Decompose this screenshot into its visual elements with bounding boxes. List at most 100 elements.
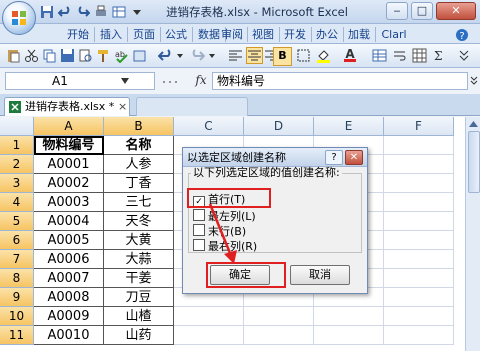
table-cell[interactable]: 刀豆 (104, 288, 174, 307)
spelling-icon[interactable]: ab (114, 48, 129, 63)
table-cell[interactable]: 物料编号 (34, 136, 104, 155)
toolbar-options-icon[interactable] (456, 48, 471, 63)
scroll-thumb[interactable] (468, 131, 480, 193)
expand-formula-bar-icon[interactable] (470, 76, 478, 86)
save-as-icon[interactable] (60, 48, 75, 63)
dialog-close-button[interactable]: ✕ (345, 150, 363, 165)
select-all-corner[interactable] (0, 117, 34, 136)
tab-page-layout[interactable]: 页面 (130, 26, 158, 43)
tab-addins[interactable]: 加载 (345, 26, 373, 43)
tab-home[interactable]: 开始 (64, 26, 92, 43)
undo-dropdown-icon[interactable] (176, 48, 184, 63)
table-cell[interactable]: 干姜 (104, 269, 174, 288)
table-cell[interactable] (384, 136, 454, 155)
table-cell[interactable]: 三七 (104, 193, 174, 212)
column-header-b[interactable]: B (104, 117, 174, 136)
table-cell[interactable] (384, 250, 454, 269)
redo-dropdown-icon[interactable] (208, 48, 216, 63)
table-cell[interactable] (384, 307, 454, 326)
column-header-e[interactable]: E (314, 117, 384, 136)
insert-function-button[interactable]: fx (190, 72, 212, 90)
bold-button[interactable]: B (273, 47, 292, 66)
table-cell[interactable]: A0010 (34, 326, 104, 345)
tab-developer[interactable]: 开发 (281, 26, 309, 43)
workbook-tab-close-icon[interactable]: × (118, 98, 127, 115)
tab-view[interactable]: 视图 (249, 26, 277, 43)
undo-icon[interactable] (158, 48, 173, 63)
wrap-text-icon[interactable] (392, 48, 407, 63)
align-center-icon[interactable] (246, 47, 263, 64)
table-cell[interactable] (384, 155, 454, 174)
row-header[interactable]: 11 (0, 326, 34, 345)
table-cell[interactable] (384, 174, 454, 193)
tab-review[interactable]: 审阅 (218, 26, 246, 43)
workbook-tab[interactable]: 进销存表格.xlsx * × (4, 97, 130, 116)
customize-dropdown-icon[interactable] (130, 5, 144, 19)
format-painter-icon[interactable] (96, 48, 111, 63)
redo-icon[interactable] (76, 5, 90, 19)
fill-color-icon[interactable] (316, 48, 331, 63)
workbook-tab-empty[interactable] (136, 97, 248, 116)
table-cell[interactable]: A0003 (34, 193, 104, 212)
column-header-c[interactable]: C (174, 117, 244, 136)
function-icon[interactable]: Σ (432, 48, 447, 63)
grid-icon[interactable] (412, 48, 427, 63)
tab-office[interactable]: 办公 (313, 26, 341, 43)
table-cell[interactable]: 天冬 (104, 212, 174, 231)
restore-button[interactable]: □ (411, 2, 433, 20)
font-color-button[interactable]: A (344, 48, 356, 62)
row-header[interactable]: 3 (0, 174, 34, 193)
table-cell[interactable] (314, 307, 384, 326)
table-cell[interactable]: A0004 (34, 212, 104, 231)
table-cell[interactable] (174, 326, 244, 345)
paste-icon[interactable] (6, 48, 21, 63)
redo-icon[interactable] (190, 48, 205, 63)
row-header[interactable]: 8 (0, 269, 34, 288)
vertical-scrollbar[interactable] (465, 117, 480, 351)
ribbon-help-icon[interactable]: ? (455, 28, 469, 42)
table-cell[interactable] (384, 288, 454, 307)
undo-icon[interactable] (58, 5, 72, 19)
table-cell[interactable]: 丁香 (104, 174, 174, 193)
table-cell[interactable] (384, 326, 454, 345)
table-cell[interactable]: 大蒜 (104, 250, 174, 269)
align-left-icon[interactable] (228, 48, 243, 63)
table-cell[interactable] (384, 269, 454, 288)
column-header-a[interactable]: A (34, 117, 104, 136)
row-header[interactable]: 6 (0, 231, 34, 250)
row-header[interactable]: 10 (0, 307, 34, 326)
formula-input[interactable]: 物料编号 (212, 72, 468, 90)
column-header-f[interactable]: F (384, 117, 454, 136)
table-cell[interactable] (384, 212, 454, 231)
row-header[interactable]: 2 (0, 155, 34, 174)
table-cell[interactable] (174, 307, 244, 326)
scroll-up-icon[interactable] (469, 121, 478, 127)
table-cell[interactable]: A0009 (34, 307, 104, 326)
table-format-icon[interactable] (372, 48, 387, 63)
paste-special-icon[interactable] (132, 48, 147, 63)
borders-icon[interactable] (296, 48, 311, 63)
row-header[interactable]: 7 (0, 250, 34, 269)
tab-formulas[interactable]: 公式 (162, 26, 190, 43)
table-cell[interactable]: 山楂 (104, 307, 174, 326)
tab-clarl[interactable]: Clarl (377, 26, 411, 43)
minimize-button[interactable]: ‒ (386, 2, 408, 20)
print-preview-icon[interactable] (78, 48, 93, 63)
save-icon[interactable] (40, 5, 54, 19)
table-cell[interactable] (244, 307, 314, 326)
table-cell[interactable]: A0001 (34, 155, 104, 174)
office-button[interactable] (2, 1, 36, 35)
row-header[interactable]: 4 (0, 193, 34, 212)
table-cell[interactable]: A0005 (34, 231, 104, 250)
column-header-d[interactable]: D (244, 117, 314, 136)
table-cell[interactable]: 名称 (104, 136, 174, 155)
table-cell[interactable] (314, 326, 384, 345)
table-cell[interactable]: A0007 (34, 269, 104, 288)
table-cell[interactable]: 人参 (104, 155, 174, 174)
row-header[interactable]: 9 (0, 288, 34, 307)
table-cell[interactable]: 山药 (104, 326, 174, 345)
table-cell[interactable]: A0002 (34, 174, 104, 193)
dialog-help-button[interactable]: ? (325, 150, 343, 165)
copy-icon[interactable] (42, 48, 57, 63)
tab-insert[interactable]: 插入 (97, 26, 125, 43)
